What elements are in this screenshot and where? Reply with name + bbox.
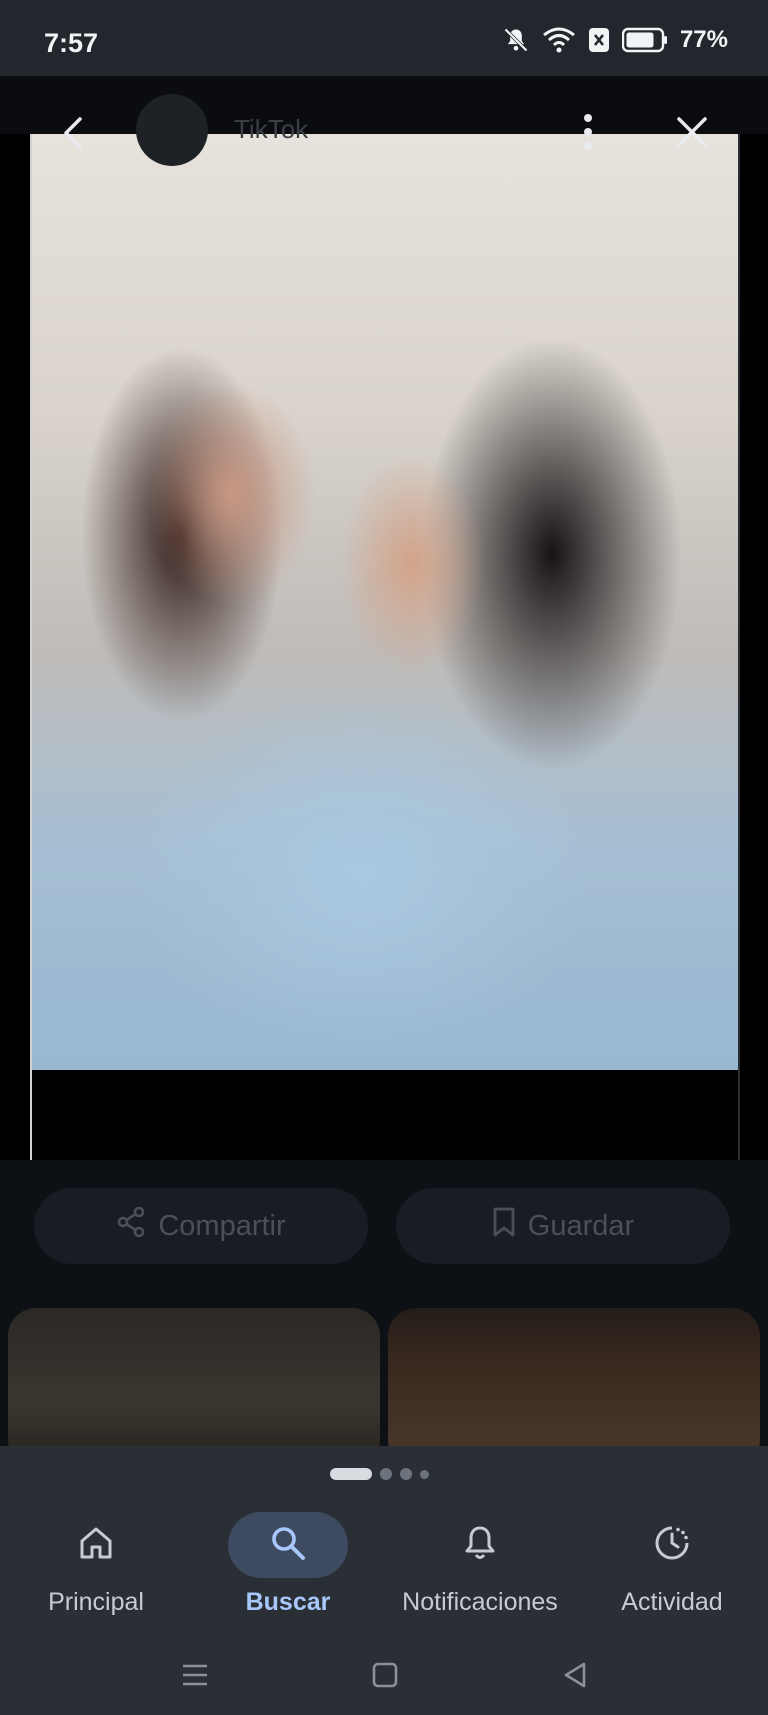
selfie-photo[interactable] bbox=[32, 134, 738, 1070]
nav-item-buscar[interactable]: Buscar bbox=[192, 1502, 384, 1642]
nav-label: Notificaciones bbox=[402, 1588, 558, 1616]
menu-icon bbox=[180, 1664, 210, 1694]
back-button[interactable] bbox=[60, 116, 88, 155]
photo-frame-left bbox=[30, 134, 32, 1160]
home-button[interactable] bbox=[370, 1660, 400, 1695]
related-images bbox=[0, 1308, 768, 1446]
close-icon bbox=[676, 117, 708, 152]
bottom-navigation: Principal Buscar Notificaciones Activida… bbox=[0, 1502, 768, 1642]
back-nav-button[interactable] bbox=[560, 1660, 590, 1695]
share-button[interactable]: Compartir bbox=[34, 1188, 368, 1264]
nav-label: Buscar bbox=[245, 1588, 331, 1616]
search-icon bbox=[268, 1523, 308, 1568]
pager-dot-active bbox=[330, 1468, 372, 1480]
more-options-button[interactable] bbox=[580, 112, 596, 157]
battery-percent: 77% bbox=[679, 26, 728, 53]
more-vert-icon bbox=[580, 114, 596, 156]
status-icons: 77% bbox=[502, 26, 728, 54]
home-icon bbox=[76, 1523, 116, 1568]
page-indicator bbox=[0, 1446, 768, 1502]
triangle-back-icon bbox=[560, 1662, 590, 1694]
recents-button[interactable] bbox=[180, 1660, 210, 1695]
save-button[interactable]: Guardar bbox=[396, 1188, 730, 1264]
share-label: Compartir bbox=[158, 1209, 286, 1242]
close-button[interactable] bbox=[676, 116, 708, 153]
pager-dots bbox=[330, 1468, 429, 1480]
photo-frame-right bbox=[738, 134, 740, 1160]
source-name[interactable]: TikTok bbox=[234, 114, 308, 145]
action-row: Compartir Guardar bbox=[0, 1160, 768, 1308]
save-label: Guardar bbox=[527, 1209, 635, 1242]
pager-dot bbox=[420, 1469, 429, 1479]
back-icon bbox=[60, 117, 88, 154]
status-bar: 7:57 77% bbox=[0, 0, 768, 76]
bell-muted-icon bbox=[502, 26, 530, 54]
nav-item-notificaciones[interactable]: Notificaciones bbox=[384, 1502, 576, 1642]
status-time: 7:57 bbox=[44, 28, 99, 58]
nav-label: Actividad bbox=[621, 1588, 723, 1616]
square-icon bbox=[370, 1662, 400, 1694]
activity-icon bbox=[652, 1523, 692, 1568]
nav-item-principal[interactable]: Principal bbox=[0, 1502, 192, 1642]
bell-icon bbox=[460, 1523, 500, 1568]
bookmark-icon bbox=[492, 1207, 516, 1245]
pager-dot bbox=[380, 1468, 392, 1480]
related-image-thumbnail[interactable] bbox=[8, 1308, 380, 1446]
share-icon bbox=[116, 1206, 146, 1246]
nav-item-actividad[interactable]: Actividad bbox=[576, 1502, 768, 1642]
pager-dot bbox=[400, 1468, 412, 1480]
sim-x-icon bbox=[588, 27, 610, 53]
wifi-icon bbox=[542, 26, 576, 54]
viewer-header bbox=[0, 76, 768, 134]
source-app-avatar bbox=[136, 94, 208, 166]
battery-icon bbox=[621, 27, 668, 53]
system-navigation-bar bbox=[0, 1642, 768, 1715]
image-viewer: TikTok bbox=[0, 76, 768, 1160]
related-image-thumbnail[interactable] bbox=[388, 1308, 760, 1446]
nav-label: Principal bbox=[48, 1588, 144, 1616]
